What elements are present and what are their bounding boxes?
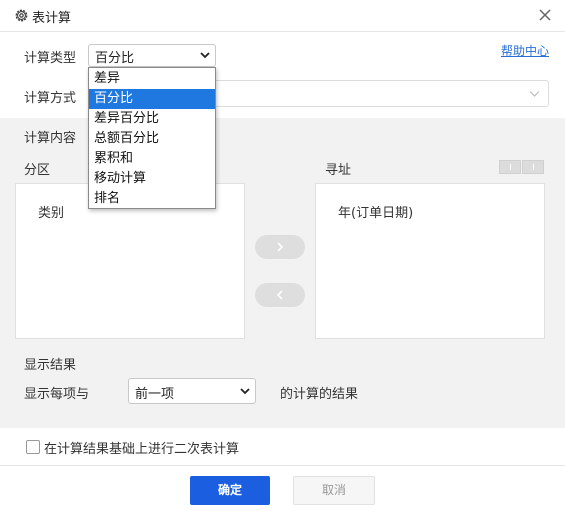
- close-icon[interactable]: [536, 6, 554, 24]
- confirm-button[interactable]: 确定: [190, 476, 270, 505]
- help-center-link[interactable]: 帮助中心: [501, 42, 549, 59]
- move-right-button[interactable]: [255, 235, 305, 259]
- gear-icon: [15, 9, 28, 22]
- dialog-title: 表计算: [32, 11, 72, 26]
- chevron-left-icon: [276, 290, 283, 300]
- calc-method-select[interactable]: [214, 80, 549, 107]
- secondary-calc-checkbox[interactable]: [26, 440, 40, 454]
- display-suffix-label: 的计算的结果: [280, 387, 359, 402]
- dialog-footer: [0, 465, 565, 511]
- calc-type-label: 计算类型: [24, 51, 77, 66]
- addressing-label: 寻址: [325, 163, 352, 178]
- display-result-label: 显示结果: [24, 358, 77, 373]
- calc-type-select[interactable]: 百分比: [88, 44, 216, 67]
- calc-content-label: 计算内容: [24, 131, 77, 146]
- dropdown-option-moving-calc[interactable]: 移动计算: [89, 169, 215, 189]
- calc-method-label: 计算方式: [24, 91, 77, 106]
- compare-to-select[interactable]: 前一项: [128, 378, 256, 404]
- addressing-list[interactable]: 年(订单日期): [315, 183, 545, 339]
- dropdown-option-percent[interactable]: 百分比: [89, 89, 215, 109]
- move-left-button[interactable]: [255, 283, 305, 307]
- list-item[interactable]: 类别: [38, 202, 64, 221]
- compare-to-value: 前一项: [135, 387, 175, 402]
- partition-label: 分区: [24, 163, 51, 178]
- dropdown-option-running-total[interactable]: 累积和: [89, 149, 215, 169]
- cancel-button[interactable]: 取消: [293, 476, 375, 505]
- chevron-right-icon: [277, 242, 284, 252]
- sort-up-button[interactable]: [499, 160, 521, 174]
- display-prefix-label: 显示每项与: [24, 387, 90, 402]
- chevron-down-icon: [240, 388, 250, 395]
- list-item[interactable]: 年(订单日期): [338, 202, 413, 221]
- dropdown-option-rank[interactable]: 排名: [89, 189, 215, 209]
- calc-type-value: 百分比: [95, 51, 135, 66]
- dropdown-option-difference[interactable]: 差异: [89, 69, 215, 89]
- calc-type-dropdown: 差异 百分比 差异百分比 总额百分比 累积和 移动计算 排名: [88, 67, 216, 209]
- dropdown-option-percent-difference[interactable]: 差异百分比: [89, 109, 215, 129]
- dropdown-option-percent-of-total[interactable]: 总额百分比: [89, 129, 215, 149]
- secondary-calc-label[interactable]: 在计算结果基础上进行二次表计算: [44, 438, 239, 457]
- sort-down-button[interactable]: [522, 160, 544, 174]
- chevron-down-icon: [529, 91, 540, 97]
- dialog-titlebar: 表计算: [0, 0, 565, 32]
- chevron-down-icon: [200, 52, 210, 59]
